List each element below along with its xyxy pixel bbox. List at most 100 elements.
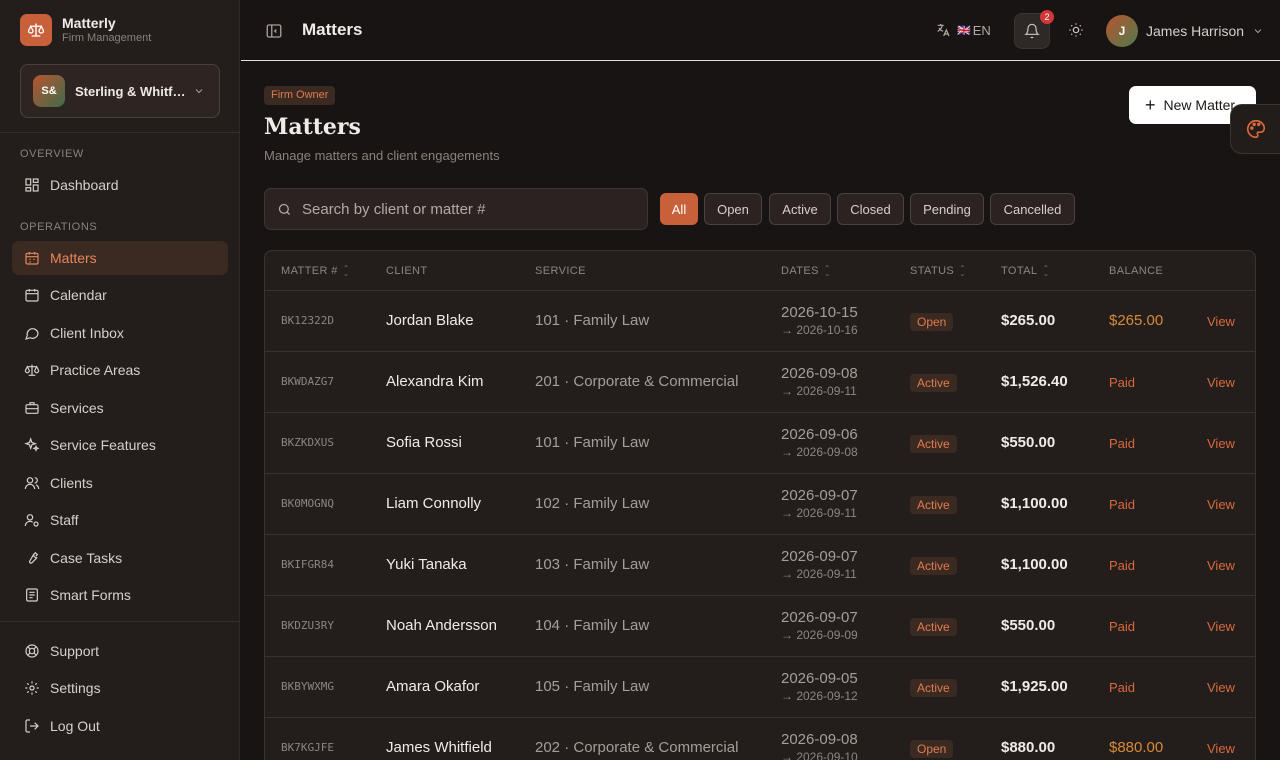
start-date: 2026-09-06 (781, 426, 858, 443)
start-date: 2026-09-07 (781, 609, 858, 626)
sort-icon: ⌃ ⌄ (1042, 264, 1050, 278)
service-name: 102 · Family Law (535, 495, 650, 512)
balance-paid: Paid (1109, 436, 1136, 451)
service-name: 103 · Family Law (535, 556, 650, 573)
chevron-down-icon (195, 89, 203, 94)
sort-icon: ⌃ ⌄ (342, 264, 350, 278)
filter-closed[interactable]: Closed (837, 193, 904, 225)
total-amount: $550.00 (1001, 617, 1056, 634)
table-row[interactable]: BK12322D Jordan Blake 101 · Family Law 2… (265, 291, 1255, 352)
dashboard-icon (25, 178, 39, 192)
filter-cancelled[interactable]: Cancelled (990, 193, 1075, 225)
filter-active[interactable]: Active (769, 193, 831, 225)
notifications-button[interactable]: 2 (1014, 10, 1054, 49)
table-row[interactable]: BKDZU3RY Noah Andersson 104 · Family Law… (265, 596, 1255, 657)
sidebar-item-label: Clients (50, 475, 93, 491)
filter-all[interactable]: All (660, 193, 698, 225)
column-header-matter[interactable]: MATTER # ⌃ ⌄ (281, 264, 350, 278)
view-link[interactable]: View (1207, 436, 1235, 451)
view-link[interactable]: View (1207, 741, 1235, 756)
sidebar-item-dashboard[interactable]: Dashboard (12, 168, 228, 202)
sidebar-item-label: Client Inbox (50, 325, 124, 341)
status-badge: Active (910, 679, 957, 697)
sidebar-item-label: Support (50, 643, 100, 659)
start-date: 2026-09-05 (781, 670, 858, 687)
sidebar-item-smart-forms[interactable]: Smart Forms (12, 578, 228, 612)
divider (0, 621, 240, 622)
theme-toggle-button[interactable] (1068, 22, 1084, 43)
sidebar-item-calendar[interactable]: Calendar (12, 278, 228, 312)
sidebar-item-practice-areas[interactable]: Practice Areas (12, 353, 228, 387)
sidebar-item-service-features[interactable]: Service Features (12, 428, 228, 462)
table-row[interactable]: BKBYWXMG Amara Okafor 105 · Family Law 2… (265, 657, 1255, 718)
search-input[interactable] (302, 200, 622, 218)
matter-number: BK0MOGNQ (281, 497, 334, 510)
sidebar-toggle-button[interactable] (265, 22, 283, 45)
view-link[interactable]: View (1207, 558, 1235, 573)
table-row[interactable]: BKZKDXUS Sofia Rossi 101 · Family Law 20… (265, 413, 1255, 474)
sidebar-item-logout[interactable]: Log Out (12, 709, 228, 743)
sort-icon: ⌃ ⌄ (823, 264, 831, 278)
view-link[interactable]: View (1207, 619, 1235, 634)
balance-amount: $880.00 (1109, 739, 1164, 756)
table-row[interactable]: BK0MOGNQ Liam Connolly 102 · Family Law … (265, 474, 1255, 535)
view-link[interactable]: View (1207, 680, 1235, 695)
theme-palette-button[interactable] (1230, 104, 1280, 154)
client-name: Jordan Blake (386, 312, 474, 329)
sidebar-item-label: Practice Areas (50, 362, 141, 378)
column-header-status[interactable]: STATUS ⌃ ⌄ (910, 265, 966, 278)
view-link[interactable]: View (1207, 497, 1235, 512)
view-link[interactable]: View (1207, 314, 1235, 329)
user-cog-icon (24, 514, 39, 527)
language-switcher[interactable]: 🇬🇧 EN (935, 22, 991, 38)
column-label: DATES (781, 265, 819, 277)
new-matter-label: New Matter (1163, 97, 1236, 113)
divider (0, 132, 240, 133)
filter-open[interactable]: Open (704, 193, 762, 225)
column-label: TOTAL (1001, 265, 1038, 277)
sidebar-item-matters[interactable]: Matters (12, 241, 228, 275)
table-row[interactable]: BK7KGJFE James Whitfield 202 · Corporate… (265, 718, 1255, 760)
column-header-dates[interactable]: DATES ⌃ ⌄ (781, 264, 831, 278)
matter-number: BKIFGR84 (281, 558, 334, 571)
sidebar-collapse-icon (266, 24, 282, 38)
firm-switcher[interactable]: S& Sterling & Whitfield (20, 64, 220, 118)
end-date: → 2026-09-11 (781, 384, 857, 398)
column-header-balance: BALANCE (1109, 265, 1163, 277)
view-link[interactable]: View (1207, 375, 1235, 390)
sidebar-item-label: Matters (50, 250, 97, 266)
firm-avatar: S& (33, 75, 65, 107)
filter-pending[interactable]: Pending (910, 193, 984, 225)
notification-count-badge: 2 (1040, 10, 1054, 24)
balance-paid: Paid (1109, 558, 1136, 573)
brand[interactable]: Matterly Firm Management (20, 14, 151, 46)
table-row[interactable]: BKWDAZG7 Alexandra Kim 201 · Corporate &… (265, 352, 1255, 413)
avatar: J (1106, 15, 1138, 47)
search-box[interactable] (264, 188, 648, 230)
sidebar-item-clients[interactable]: Clients (12, 466, 228, 500)
sidebar-item-services[interactable]: Services (12, 391, 228, 425)
service-name: 101 · Family Law (535, 434, 650, 451)
column-header-total[interactable]: TOTAL ⌃ ⌄ (1001, 264, 1050, 278)
total-amount: $1,100.00 (1001, 495, 1068, 512)
users-icon (24, 477, 40, 490)
sidebar-item-staff[interactable]: Staff (12, 503, 228, 537)
sidebar-item-label: Case Tasks (50, 550, 123, 566)
column-label: SERVICE (535, 265, 586, 277)
sidebar-item-support[interactable]: Support (12, 634, 228, 668)
balance-paid: Paid (1109, 375, 1136, 390)
total-amount: $550.00 (1001, 434, 1056, 451)
user-menu[interactable]: J James Harrison (1106, 15, 1264, 47)
page-title: Matters (264, 114, 361, 140)
table-row[interactable]: BKIFGR84 Yuki Tanaka 103 · Family Law 20… (265, 535, 1255, 596)
sidebar-item-client-inbox[interactable]: Client Inbox (12, 316, 228, 350)
form-icon (26, 588, 38, 602)
sidebar-item-case-tasks[interactable]: Case Tasks (12, 541, 228, 575)
brand-name: Matterly (62, 15, 116, 31)
start-date: 2026-10-15 (781, 304, 858, 321)
sidebar-item-settings[interactable]: Settings (12, 671, 228, 705)
end-date: → 2026-09-08 (781, 445, 858, 459)
start-date: 2026-09-08 (781, 731, 858, 748)
status-badge: Active (910, 374, 957, 392)
column-label: BALANCE (1109, 265, 1164, 277)
